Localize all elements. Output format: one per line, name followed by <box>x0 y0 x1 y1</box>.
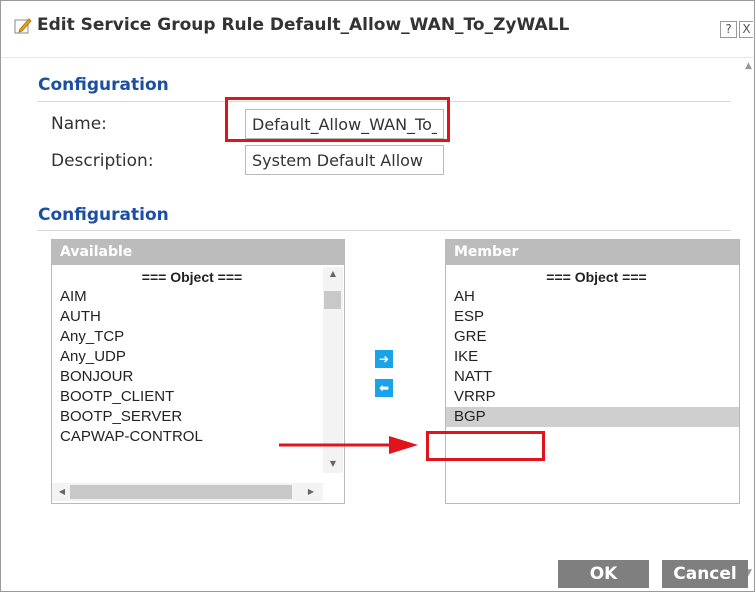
list-item[interactable]: IKE <box>446 347 739 367</box>
dialog-title: Edit Service Group Rule Default_Allow_WA… <box>37 15 570 35</box>
member-listbox[interactable]: Member === Object === AH ESP GRE IKE NAT… <box>445 239 740 504</box>
help-button[interactable]: ? <box>720 21 737 38</box>
edit-service-group-dialog: Edit Service Group Rule Default_Allow_WA… <box>0 0 755 592</box>
scroll-thumb[interactable] <box>70 485 292 499</box>
annotation-arrow-icon <box>279 436 418 454</box>
close-button[interactable]: X <box>739 21 753 38</box>
list-item[interactable]: BONJOUR <box>52 367 324 387</box>
list-item[interactable]: ESP <box>446 307 739 327</box>
list-item[interactable]: Any_UDP <box>52 347 324 367</box>
configuration-section-title: Configuration <box>38 75 169 95</box>
list-item[interactable]: NATT <box>446 367 739 387</box>
arrow-left-icon[interactable]: ⬅ <box>375 379 393 397</box>
arrow-right-icon[interactable]: ➜ <box>375 350 393 368</box>
available-list-header: Available <box>52 240 344 265</box>
list-item[interactable]: AUTH <box>52 307 324 327</box>
name-input[interactable] <box>245 109 444 139</box>
scroll-left-icon[interactable]: ◀ <box>55 487 69 496</box>
selected-list-item[interactable]: BGP <box>446 407 739 427</box>
cancel-button[interactable]: Cancel <box>662 560 748 588</box>
scroll-thumb[interactable] <box>324 291 341 309</box>
dialog-titlebar: Edit Service Group Rule Default_Allow_WA… <box>1 1 754 58</box>
list-item[interactable]: GRE <box>446 327 739 347</box>
scroll-right-icon[interactable]: ▶ <box>304 487 318 496</box>
ok-button[interactable]: OK <box>558 560 649 588</box>
description-label: Description: <box>51 151 154 171</box>
list-item[interactable]: BOOTP_CLIENT <box>52 387 324 407</box>
member-items: === Object === AH ESP GRE IKE NATT VRRP … <box>446 267 739 427</box>
scroll-up-icon[interactable]: ▲ <box>326 269 340 278</box>
name-label: Name: <box>51 114 107 134</box>
edit-icon <box>14 18 32 34</box>
list-item[interactable]: VRRP <box>446 387 739 407</box>
description-input[interactable] <box>245 145 444 175</box>
member-list-header: Member <box>446 240 739 265</box>
section-divider-2 <box>37 230 731 231</box>
list-item: === Object === <box>546 269 647 285</box>
section-divider <box>37 101 731 102</box>
dialog-scroll-up-icon[interactable]: ▲ <box>745 61 752 71</box>
list-item[interactable]: Any_TCP <box>52 327 324 347</box>
list-item[interactable]: BOOTP_SERVER <box>52 407 324 427</box>
configuration-section-title-2: Configuration <box>38 205 169 225</box>
list-item[interactable]: AH <box>446 287 739 307</box>
available-items: === Object === AIM AUTH Any_TCP Any_UDP … <box>52 267 324 447</box>
available-horizontal-scrollbar[interactable]: ◀ ▶ <box>52 483 323 501</box>
list-item: === Object === <box>141 269 243 285</box>
scroll-down-icon[interactable]: ▼ <box>326 459 340 468</box>
list-item[interactable]: AIM <box>52 287 324 307</box>
available-listbox[interactable]: Available === Object === AIM AUTH Any_TC… <box>51 239 345 504</box>
